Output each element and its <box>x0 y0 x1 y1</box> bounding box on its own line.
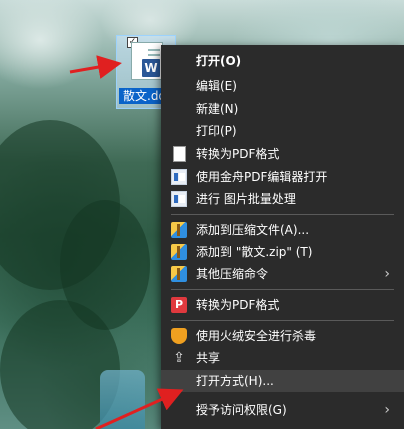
annotation-arrow <box>69 55 122 79</box>
annotation-arrow <box>95 388 184 429</box>
annotation-layer <box>69 55 184 429</box>
